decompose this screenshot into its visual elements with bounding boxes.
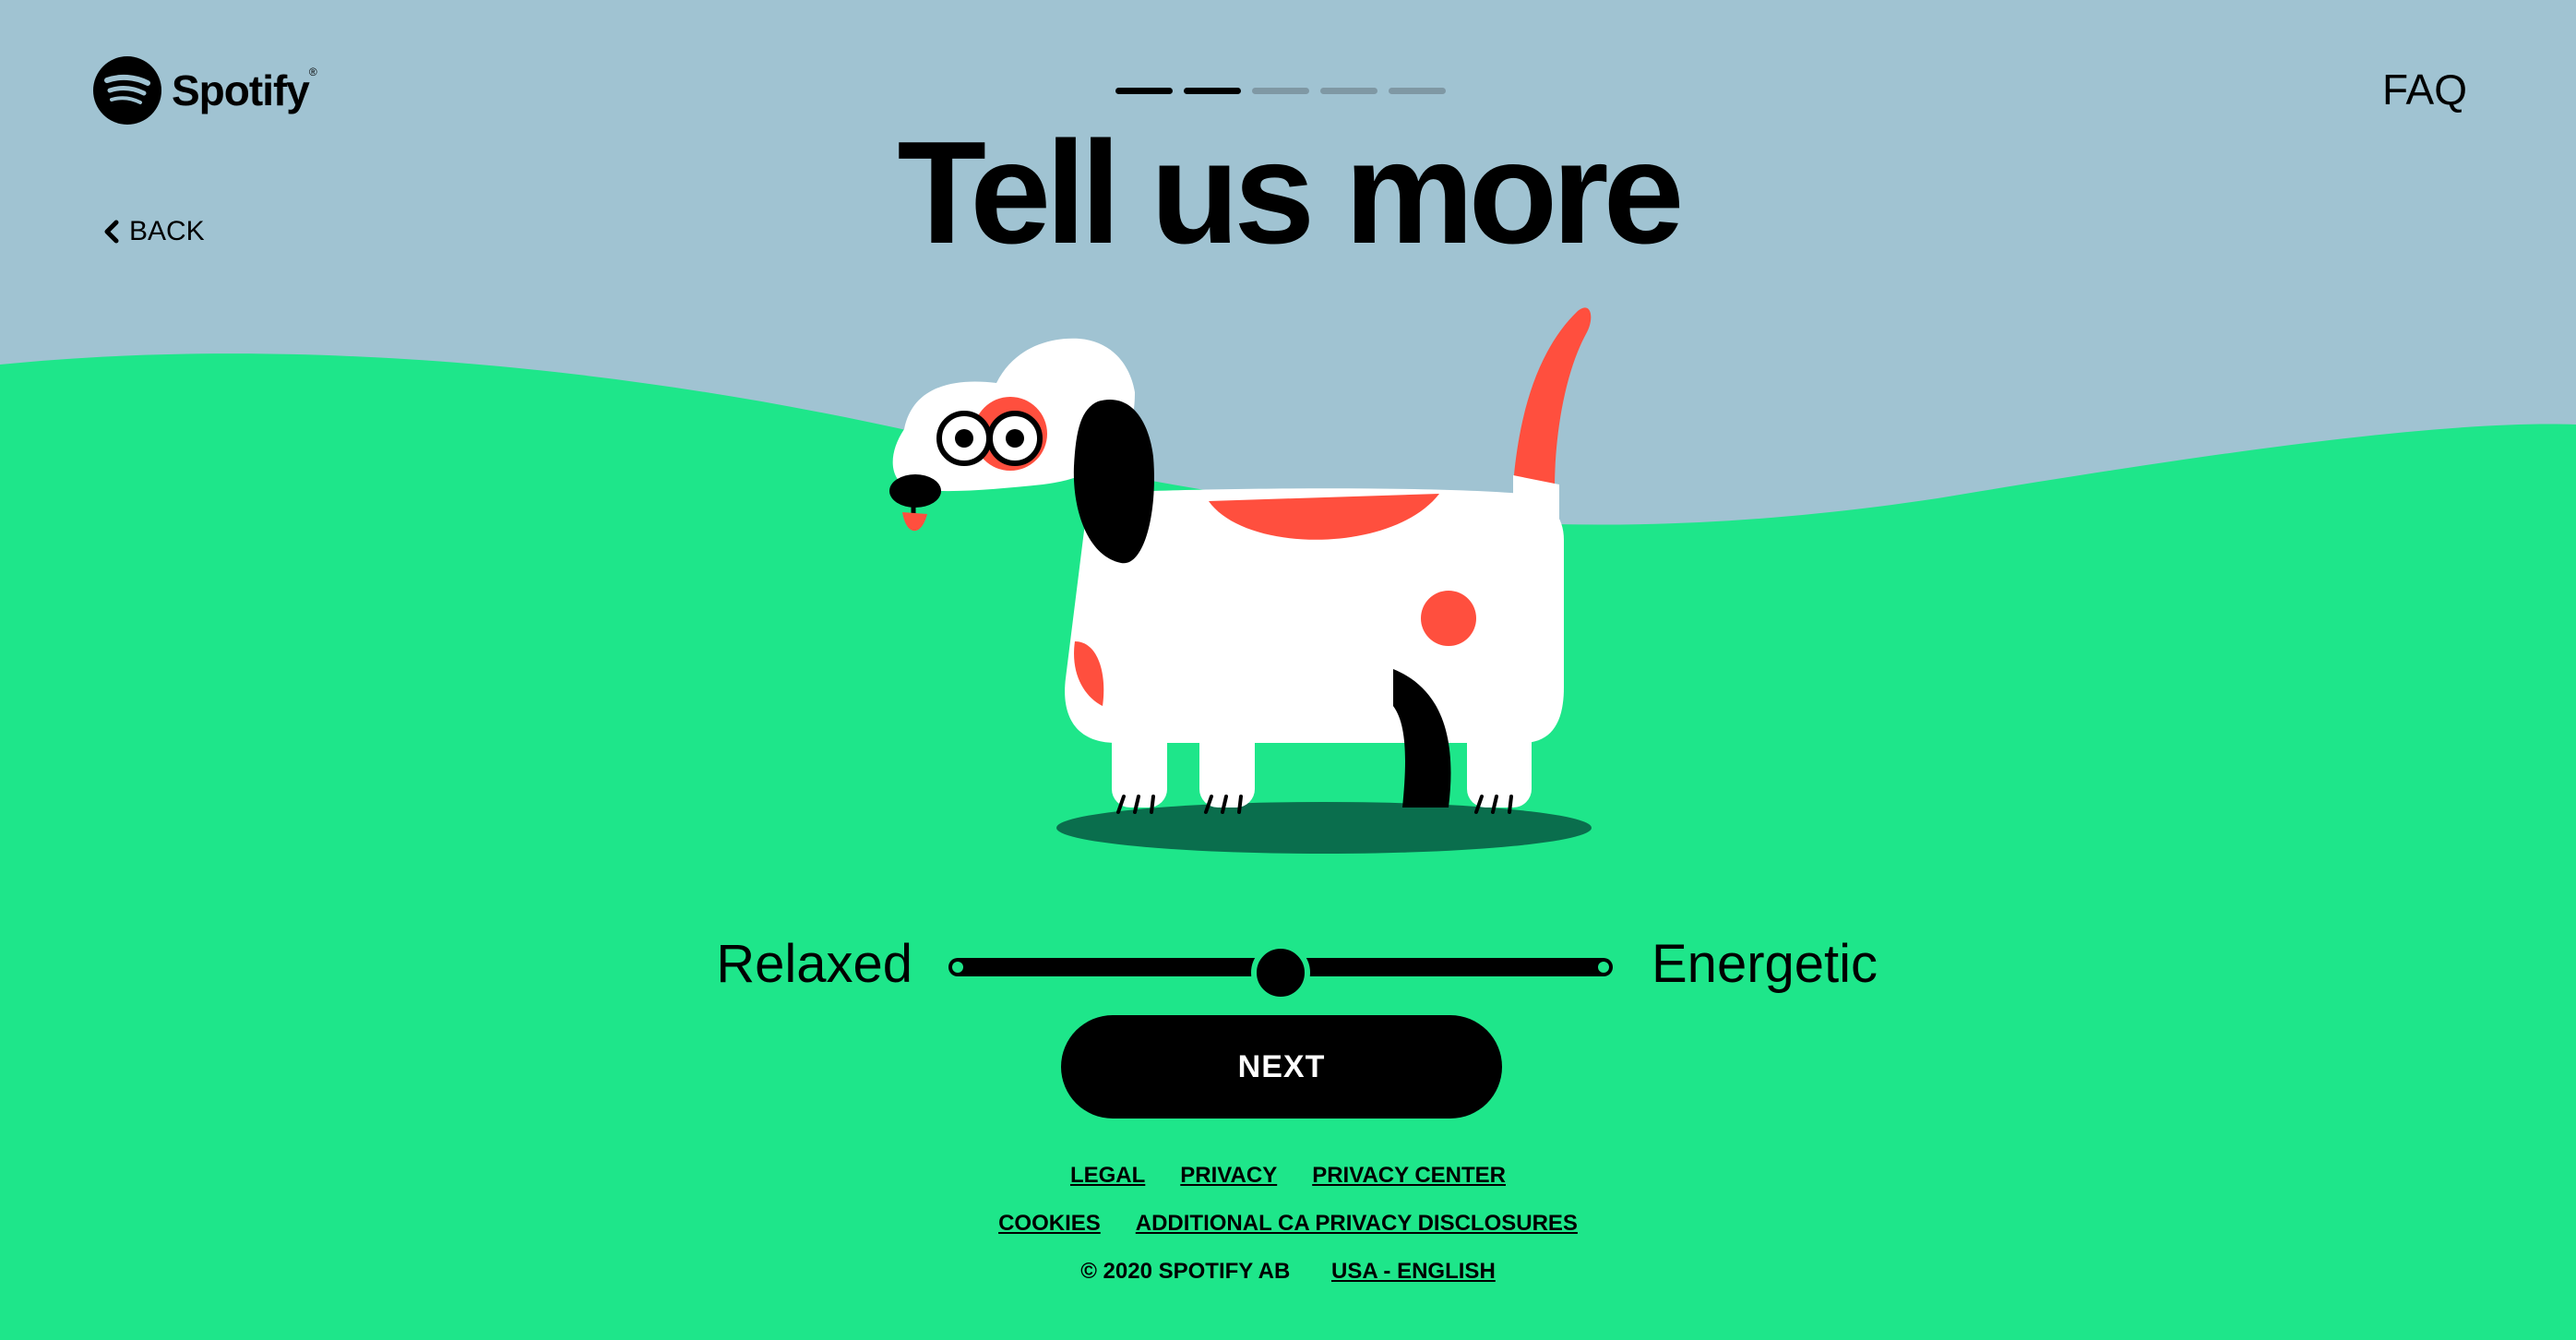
next-button[interactable]: NEXT — [1061, 1015, 1502, 1119]
footer-link-privacy-center[interactable]: PRIVACY CENTER — [1312, 1163, 1506, 1188]
slider-track-start-dot — [952, 962, 963, 973]
faq-link[interactable]: FAQ — [2382, 65, 2467, 114]
slider-track-end-dot — [1598, 962, 1609, 973]
slider-thumb[interactable] — [1251, 943, 1310, 1002]
footer-link-privacy[interactable]: PRIVACY — [1180, 1163, 1277, 1188]
footer-link-additional-ca-privacy-disclosures[interactable]: ADDITIONAL CA PRIVACY DISCLOSURES — [1136, 1211, 1578, 1236]
footer-link-legal[interactable]: LEGAL — [1070, 1163, 1145, 1188]
mood-slider-row: Relaxed Energetic — [0, 927, 2576, 1002]
progress-step — [1184, 88, 1241, 94]
progress-step — [1115, 88, 1173, 94]
spotify-logo[interactable]: Spotify® — [92, 55, 317, 126]
progress-step — [1389, 88, 1446, 94]
page-title: Tell us more — [897, 112, 1685, 274]
progress-steps — [1115, 88, 1446, 94]
footer-link-cookies[interactable]: COOKIES — [998, 1211, 1101, 1236]
progress-step — [1320, 88, 1377, 94]
footer-links-row-1: LEGAL PRIVACY PRIVACY CENTER — [0, 1163, 2576, 1189]
slider-left-label: Relaxed — [716, 934, 912, 994]
spotify-logo-icon — [93, 56, 161, 125]
slider-right-label: Energetic — [1652, 934, 1878, 994]
dog-illustration — [889, 307, 1592, 854]
locale-link[interactable]: USA - ENGLISH — [1331, 1259, 1496, 1284]
progress-step — [1252, 88, 1309, 94]
footer-links-row-2: COOKIES ADDITIONAL CA PRIVACY DISCLOSURES — [0, 1211, 2576, 1237]
slider-track[interactable] — [948, 943, 1613, 1002]
copyright-text: © 2020 SPOTIFY AB — [1080, 1259, 1291, 1284]
footer-copyright-row: © 2020 SPOTIFY AB USA - ENGLISH — [0, 1259, 2576, 1285]
spotify-wordmark: Spotify® — [172, 66, 317, 114]
